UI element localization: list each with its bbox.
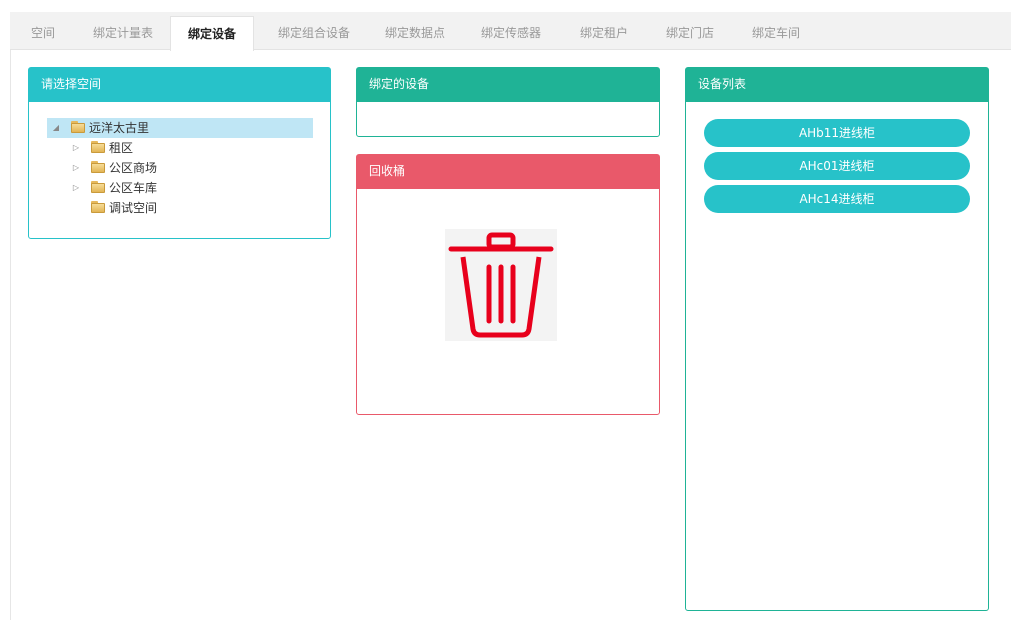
device-item[interactable]: AHb11进线柜 bbox=[704, 119, 970, 147]
tree-node-root[interactable]: ◢ 远洋太古里 bbox=[47, 118, 313, 138]
expand-toggle-icon[interactable]: ▷ bbox=[71, 138, 81, 158]
tab-bind-datapoint[interactable]: 绑定数据点 bbox=[372, 16, 458, 50]
device-list-panel: 设备列表 AHb11进线柜 AHc01进线柜 AHc14进线柜 bbox=[685, 67, 989, 611]
device-item[interactable]: AHc01进线柜 bbox=[704, 152, 970, 180]
tab-bind-workshop[interactable]: 绑定车间 bbox=[738, 16, 814, 50]
tab-bind-store[interactable]: 绑定门店 bbox=[652, 16, 728, 50]
folder-icon bbox=[91, 181, 105, 193]
tree-node[interactable]: 调试空间 bbox=[47, 198, 313, 218]
bound-devices-title: 绑定的设备 bbox=[357, 68, 659, 102]
trash-icon bbox=[448, 232, 554, 338]
recycle-bin-panel[interactable]: 回收桶 bbox=[356, 154, 660, 415]
space-panel: 请选择空间 ◢ 远洋太古里 ▷ 租区 ▷ 公区商场 ▷ 公区车库 调试空间 bbox=[28, 67, 331, 239]
folder-icon bbox=[91, 161, 105, 173]
tab-bind-tenant[interactable]: 绑定租户 bbox=[566, 16, 642, 50]
device-item[interactable]: AHc14进线柜 bbox=[704, 185, 970, 213]
space-tree: ◢ 远洋太古里 ▷ 租区 ▷ 公区商场 ▷ 公区车库 调试空间 bbox=[47, 118, 313, 218]
tab-space[interactable]: 空间 bbox=[18, 16, 68, 50]
tab-bind-meter[interactable]: 绑定计量表 bbox=[80, 16, 166, 50]
device-list-title: 设备列表 bbox=[686, 68, 988, 102]
folder-icon bbox=[91, 141, 105, 153]
tree-node-label: 远洋太古里 bbox=[89, 121, 150, 135]
tree-node-label: 租区 bbox=[109, 141, 134, 155]
tree-node[interactable]: ▷ 公区车库 bbox=[47, 178, 313, 198]
tree-node[interactable]: ▷ 租区 bbox=[47, 138, 313, 158]
tree-node-label: 公区车库 bbox=[109, 181, 158, 195]
tab-bind-device[interactable]: 绑定设备 bbox=[170, 16, 254, 51]
tab-bar: 空间 绑定计量表 绑定设备 绑定组合设备 绑定数据点 绑定传感器 绑定租户 绑定… bbox=[10, 12, 1011, 51]
tree-node-label: 调试空间 bbox=[109, 201, 158, 215]
expand-toggle-icon[interactable]: ▷ bbox=[71, 158, 81, 178]
tab-bind-sensor[interactable]: 绑定传感器 bbox=[468, 16, 554, 50]
bound-devices-panel[interactable]: 绑定的设备 bbox=[356, 67, 660, 137]
space-panel-title: 请选择空间 bbox=[29, 68, 330, 102]
expand-toggle-icon[interactable]: ▷ bbox=[71, 178, 81, 198]
folder-icon bbox=[91, 201, 105, 213]
trash-drop-zone[interactable] bbox=[445, 229, 557, 341]
tab-bind-combined-device[interactable]: 绑定组合设备 bbox=[266, 16, 362, 50]
recycle-bin-title: 回收桶 bbox=[357, 155, 659, 189]
collapse-toggle-icon[interactable]: ◢ bbox=[51, 118, 61, 138]
tree-node[interactable]: ▷ 公区商场 bbox=[47, 158, 313, 178]
folder-icon bbox=[71, 121, 85, 133]
tree-node-label: 公区商场 bbox=[109, 161, 158, 175]
